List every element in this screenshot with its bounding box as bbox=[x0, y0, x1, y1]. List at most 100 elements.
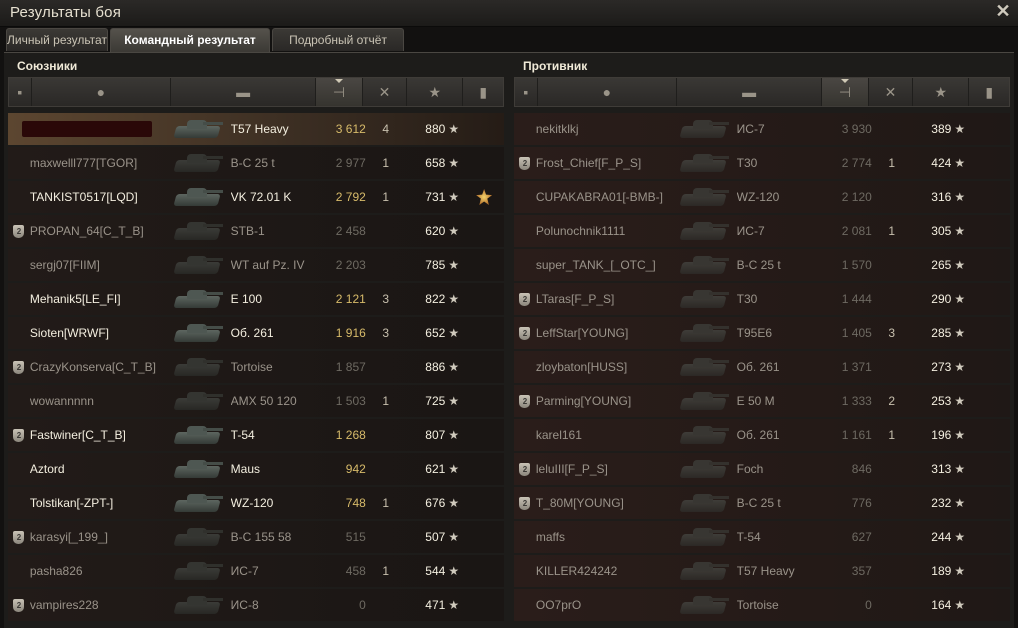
kills-value: 4 bbox=[382, 122, 390, 136]
xp-value: 290 bbox=[931, 292, 952, 306]
vehicle-name: T57 Heavy bbox=[736, 564, 795, 578]
close-icon[interactable]: ✕ bbox=[994, 1, 1012, 21]
vehicle-name: WT auf Pz. IV bbox=[230, 258, 305, 272]
player-row[interactable]: sergj07[FIIM] WT auf Pz. IV 2 203 785 ★ bbox=[8, 249, 504, 281]
player-row[interactable]: maxwelll777[TGOR] B-C 25 t 2 977 1 658 ★ bbox=[8, 147, 504, 179]
damage-value: 2 774 bbox=[841, 156, 872, 170]
player-row[interactable]: karel161 Об. 261 1 161 1 196 ★ bbox=[514, 419, 1010, 451]
damage-value: 846 bbox=[851, 462, 872, 476]
vehicle-name: Об. 261 bbox=[736, 428, 780, 442]
player-name[interactable]: nekitklkj bbox=[536, 122, 675, 136]
player-name[interactable]: Fastwiner[C_T_B] bbox=[30, 428, 169, 442]
player-row[interactable]: CUPAKABRA01[-BMB-] WZ-120 2 120 316 ★ bbox=[514, 181, 1010, 213]
tab-personal-result[interactable]: Личный результат bbox=[6, 28, 108, 51]
player-row[interactable]: Sioten[WRWF] Об. 261 1 916 3 652 ★ bbox=[8, 317, 504, 349]
tab-detailed-report[interactable]: Подробный отчёт bbox=[272, 28, 404, 51]
player-row[interactable]: ████████████T57 Heavy3 6124880★ bbox=[8, 113, 504, 145]
player-name[interactable]: LTaras[F_P_S] bbox=[536, 292, 675, 306]
medal-column-icon[interactable]: ▮ bbox=[969, 78, 1009, 106]
xp-value: 886 bbox=[425, 360, 446, 374]
player-row[interactable]: maffs T-54 627 244 ★ bbox=[514, 521, 1010, 553]
player-row[interactable]: Mehanik5[LE_FI] E 100 2 121 3 822 ★ bbox=[8, 283, 504, 315]
damage-value: 1 857 bbox=[335, 360, 366, 374]
player-name[interactable]: super_TANK_[_OTC_] bbox=[536, 258, 675, 272]
player-name[interactable]: vampires228 bbox=[30, 598, 169, 612]
tank-icon[interactable]: ▬ bbox=[171, 78, 317, 106]
player-row[interactable]: zloybaton[HUSS] Об. 261 1 371 273 ★ bbox=[514, 351, 1010, 383]
player-row[interactable]: 2 leluIII[F_P_S] Foch 846 313 ★ bbox=[514, 453, 1010, 485]
xp-value: 244 bbox=[931, 530, 952, 544]
player-name[interactable]: maxwelll777[TGOR] bbox=[30, 156, 169, 170]
player-icon[interactable]: ● bbox=[538, 78, 678, 106]
player-row[interactable]: Tolstikan[-ZPT-] WZ-120 748 1 676 ★ bbox=[8, 487, 504, 519]
player-icon[interactable]: ● bbox=[32, 78, 172, 106]
kills-icon[interactable]: ✕ bbox=[869, 78, 914, 106]
player-row[interactable]: Polunochnik1111 ИС-7 2 081 1 305 ★ bbox=[514, 215, 1010, 247]
star-icon: ★ bbox=[448, 360, 460, 374]
player-row[interactable]: 2 vampires228 ИС-8 0 471 ★ bbox=[8, 589, 504, 621]
player-name[interactable]: leluIII[F_P_S] bbox=[536, 462, 675, 476]
player-name[interactable]: zloybaton[HUSS] bbox=[536, 360, 675, 374]
player-row[interactable]: wowannnnn AMX 50 120 1 503 1 725 ★ bbox=[8, 385, 504, 417]
xp-value: 189 bbox=[931, 564, 952, 578]
xp-icon[interactable]: ★ bbox=[913, 78, 970, 106]
player-row[interactable]: TANKIST0517[LQD] VK 72.01 K 2 792 1 731 ★ bbox=[8, 181, 504, 213]
player-row[interactable]: OO7prO Tortoise 0 164 ★ bbox=[514, 589, 1010, 621]
player-name[interactable]: KILLER424242 bbox=[536, 564, 675, 578]
player-row[interactable]: super_TANK_[_OTC_] B-C 25 t 1 570 265 ★ bbox=[514, 249, 1010, 281]
player-row[interactable]: 2 Fastwiner[C_T_B] T-54 1 268 807 ★ bbox=[8, 419, 504, 451]
tank-icon bbox=[675, 386, 731, 416]
xp-icon[interactable]: ★ bbox=[407, 78, 464, 106]
player-name[interactable]: karasyi[_199_] bbox=[30, 530, 169, 544]
player-name[interactable]: CrazyKonserva[C_T_B] bbox=[30, 360, 169, 374]
platoon-icon[interactable]: ▪ bbox=[9, 78, 32, 106]
damage-value: 515 bbox=[345, 530, 366, 544]
player-row[interactable]: 2 LeffStar[YOUNG] T95E6 1 405 3 285 ★ bbox=[514, 317, 1010, 349]
player-row[interactable]: 2 Frost_Chief[F_P_S] T30 2 774 1 424 ★ bbox=[514, 147, 1010, 179]
kills-icon[interactable]: ✕ bbox=[363, 78, 408, 106]
player-name[interactable]: pasha826 bbox=[30, 564, 169, 578]
player-name[interactable]: Sioten[WRWF] bbox=[30, 326, 169, 340]
player-name[interactable]: T_80M[YOUNG] bbox=[536, 496, 675, 510]
tank-icon bbox=[675, 522, 731, 552]
tank-icon bbox=[169, 352, 225, 382]
player-name[interactable]: OO7prO bbox=[536, 598, 675, 612]
badge-cell: 2 bbox=[8, 428, 30, 442]
player-name[interactable]: Parming[YOUNG] bbox=[536, 394, 675, 408]
damage-icon[interactable]: ⊣ bbox=[316, 78, 363, 106]
tank-icon[interactable]: ▬ bbox=[677, 78, 823, 106]
kills-value: 1 bbox=[382, 156, 390, 170]
player-name[interactable]: wowannnnn bbox=[30, 394, 169, 408]
player-row[interactable]: KILLER424242 T57 Heavy 357 189 ★ bbox=[514, 555, 1010, 587]
player-row[interactable]: nekitklkj ИС-7 3 930 389 ★ bbox=[514, 113, 1010, 145]
player-name[interactable]: CUPAKABRA01[-BMB-] bbox=[536, 190, 675, 204]
player-name[interactable]: Tolstikan[-ZPT-] bbox=[30, 496, 169, 510]
player-name[interactable]: PROPAN_64[C_T_B] bbox=[30, 224, 169, 238]
medal-icon[interactable] bbox=[476, 189, 493, 205]
player-name[interactable]: TANKIST0517[LQD] bbox=[30, 190, 169, 204]
player-row[interactable]: 2 karasyi[_199_] B-C 155 58 515 507 ★ bbox=[8, 521, 504, 553]
player-row[interactable]: 2 T_80M[YOUNG] B-C 25 t 776 232 ★ bbox=[514, 487, 1010, 519]
platoon-icon[interactable]: ▪ bbox=[515, 78, 538, 106]
player-name[interactable]: LeffStar[YOUNG] bbox=[536, 326, 675, 340]
kills-value: 2 bbox=[888, 394, 896, 408]
player-row[interactable]: 2 PROPAN_64[C_T_B] STB-1 2 458 620 ★ bbox=[8, 215, 504, 247]
player-row[interactable]: 2 CrazyKonserva[C_T_B] Tortoise 1 857 886 ★ bbox=[8, 351, 504, 383]
player-row[interactable]: Aztord Maus 942 621 ★ bbox=[8, 453, 504, 485]
player-row[interactable]: 2 LTaras[F_P_S] T30 1 444 290 ★ bbox=[514, 283, 1010, 315]
player-name[interactable]: Frost_Chief[F_P_S] bbox=[536, 156, 675, 170]
badge-cell: 2 bbox=[8, 598, 30, 612]
medal-column-icon[interactable]: ▮ bbox=[463, 78, 503, 106]
player-name[interactable]: maffs bbox=[536, 530, 675, 544]
player-name[interactable]: Mehanik5[LE_FI] bbox=[30, 292, 169, 306]
player-name[interactable]: sergj07[FIIM] bbox=[30, 258, 169, 272]
damage-icon[interactable]: ⊣ bbox=[822, 78, 869, 106]
damage-value: 1 570 bbox=[841, 258, 872, 272]
player-name[interactable]: Aztord bbox=[30, 462, 169, 476]
tank-icon bbox=[675, 216, 731, 246]
tab-team-result[interactable]: Командный результат bbox=[110, 28, 270, 53]
player-name[interactable]: Polunochnik1111 bbox=[536, 224, 675, 238]
player-row[interactable]: 2 Parming[YOUNG] E 50 M 1 333 2 253 ★ bbox=[514, 385, 1010, 417]
player-row[interactable]: pasha826 ИС-7 458 1 544 ★ bbox=[8, 555, 504, 587]
player-name[interactable]: karel161 bbox=[536, 428, 675, 442]
